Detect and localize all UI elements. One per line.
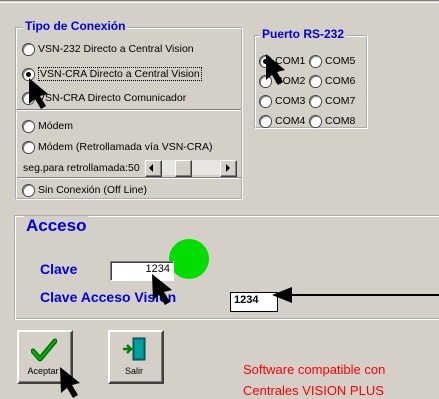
- radio-circle[interactable]: [310, 115, 321, 127]
- radio-modem-callback[interactable]: Módem (Retrollamada vía VSN-CRA): [23, 139, 212, 155]
- access-title: Acceso: [24, 216, 89, 236]
- radio-label: COM3: [275, 95, 306, 107]
- radio-com4[interactable]: COM4: [260, 113, 305, 129]
- clave-input[interactable]: 1234: [110, 261, 174, 281]
- radio-com8[interactable]: COM8: [310, 113, 355, 129]
- window-top-edge: [0, 0, 439, 3]
- radio-offline[interactable]: Sin Conexión (Off Line): [23, 182, 147, 198]
- radio-label: Módem (Retrollamada vía VSN-CRA): [38, 141, 213, 153]
- clave-vision-input[interactable]: 1234: [230, 292, 278, 312]
- radio-label: COM1: [275, 55, 306, 67]
- radio-label: Módem: [38, 120, 74, 132]
- radio-com1[interactable]: COM1: [260, 53, 305, 69]
- group-separator: [17, 109, 241, 111]
- radio-com6[interactable]: COM6: [310, 73, 355, 89]
- radio-circle[interactable]: [23, 141, 34, 153]
- exit-door-icon: [123, 337, 146, 361]
- checkmark-icon: [31, 338, 57, 362]
- radio-label: VSN-CRA Directo a Central Vision: [38, 67, 202, 81]
- radio-circle[interactable]: [260, 75, 271, 87]
- connection-type-title: Tipo de Conexión: [23, 19, 128, 33]
- radio-circle[interactable]: [23, 92, 34, 104]
- radio-label: COM8: [325, 115, 356, 127]
- radio-com2[interactable]: COM2: [260, 73, 305, 89]
- radio-circle[interactable]: [310, 75, 321, 87]
- radio-circle[interactable]: [310, 95, 321, 107]
- footer-line1: Software compatible con: [243, 362, 386, 377]
- radio-label: Sin Conexión (Off Line): [38, 184, 147, 196]
- radio-circle[interactable]: [23, 68, 34, 80]
- radio-label: COM6: [325, 75, 356, 87]
- arrow-left-icon: [149, 164, 153, 172]
- radio-label: COM2: [275, 75, 306, 87]
- port-group: Puerto RS-232 COM1 COM5 COM2 COM6 COM3 C…: [254, 27, 368, 129]
- connection-type-group: Tipo de Conexión VSN-232 Directo a Centr…: [15, 19, 243, 200]
- clave-label: Clave: [40, 261, 78, 277]
- exit-button[interactable]: Salir: [108, 330, 164, 384]
- radio-label: COM4: [275, 115, 306, 127]
- radio-label: VSN-CRA Directo Comunicador: [38, 92, 187, 104]
- arrow-right-icon: [226, 164, 230, 172]
- radio-circle[interactable]: [23, 184, 34, 196]
- group-separator: [17, 177, 241, 179]
- radio-circle[interactable]: [23, 43, 34, 55]
- callback-seconds-label: seg.para retrollamada:50: [23, 162, 140, 174]
- radio-circle[interactable]: [310, 55, 321, 67]
- clave-vision-label: Clave Acceso Vision: [40, 289, 177, 305]
- accept-button[interactable]: Aceptar: [17, 330, 73, 384]
- status-indicator: [169, 239, 209, 279]
- scroll-right-button[interactable]: [220, 160, 237, 177]
- accept-button-label: Aceptar: [27, 366, 59, 376]
- radio-label: COM7: [325, 95, 356, 107]
- access-group: Acceso Clave 1234 Clave Acceso Vision 12…: [14, 215, 439, 320]
- radio-circle[interactable]: [260, 55, 271, 67]
- scroll-left-button[interactable]: [145, 160, 162, 177]
- radio-vsn232-direct[interactable]: VSN-232 Directo a Central Vision: [23, 41, 194, 57]
- radio-circle[interactable]: [260, 115, 271, 127]
- radio-circle[interactable]: [23, 120, 34, 132]
- radio-label: COM5: [325, 55, 356, 67]
- radio-modem[interactable]: Módem: [23, 118, 73, 134]
- exit-button-label: Salir: [124, 366, 143, 376]
- callback-seconds-scrollbar[interactable]: [145, 160, 237, 177]
- radio-label: VSN-232 Directo a Central Vision: [38, 43, 194, 55]
- scroll-thumb[interactable]: [175, 160, 192, 177]
- footer-line2: Centrales VISION PLUS: [243, 383, 384, 398]
- radio-com7[interactable]: COM7: [310, 93, 355, 109]
- radio-vsncra-direct-comunicador[interactable]: VSN-CRA Directo Comunicador: [23, 90, 186, 106]
- radio-com5[interactable]: COM5: [310, 53, 355, 69]
- radio-com3[interactable]: COM3: [260, 93, 305, 109]
- radio-vsncra-direct-central[interactable]: VSN-CRA Directo a Central Vision: [23, 66, 202, 82]
- radio-circle[interactable]: [260, 95, 271, 107]
- port-title: Puerto RS-232: [260, 27, 347, 41]
